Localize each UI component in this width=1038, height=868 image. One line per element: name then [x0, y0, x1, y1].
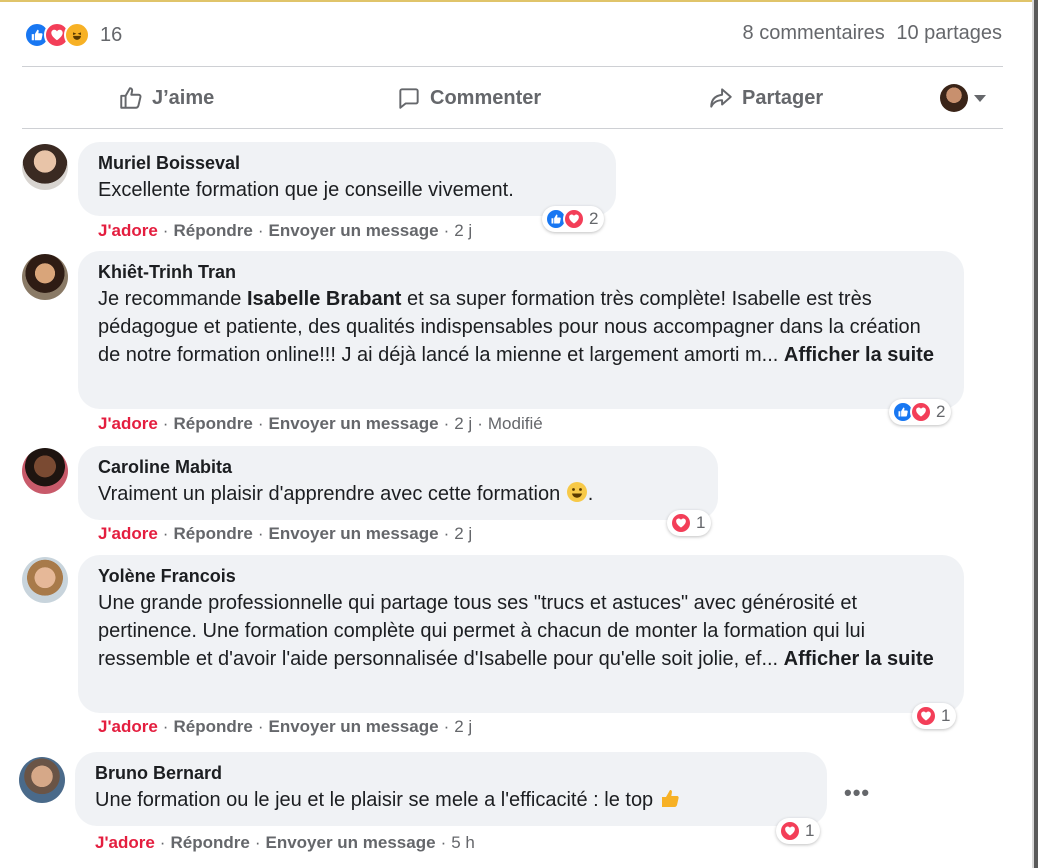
reaction-count: 1 [941, 706, 951, 725]
comment-bubble: Bruno Bernard Une formation ou le jeu et… [75, 752, 827, 826]
adore-button[interactable]: J'adore [98, 414, 158, 433]
divider [22, 66, 1003, 67]
comment-text: Une formation ou le jeu et le plaisir se… [95, 786, 809, 814]
comment-text: Je recommande Isabelle Brabant et sa sup… [98, 288, 934, 366]
comment-author[interactable]: Khiêt-Trinh Tran [98, 261, 946, 283]
comment-author[interactable]: Bruno Bernard [95, 762, 809, 784]
shares-count-link[interactable]: 10 partages [896, 22, 1002, 44]
reply-button[interactable]: Répondre [173, 524, 252, 543]
comment-meta: J'adore · Répondre · Envoyer un message · 2 j ·… [98, 414, 543, 433]
love-icon [670, 512, 692, 534]
timestamp[interactable]: 5 h [451, 833, 475, 852]
love-icon [915, 705, 937, 727]
comment-author[interactable]: Yolène Francois [98, 565, 946, 587]
reaction-count: 1 [696, 513, 706, 532]
send-message-button[interactable]: Envoyer un message [268, 524, 438, 543]
comment-bubble: Muriel Boisseval Excellente formation qu… [78, 142, 616, 216]
window-top-edge [0, 0, 1038, 2]
send-message-button[interactable]: Envoyer un message [268, 717, 438, 736]
comment-text: Excellente formation que je conseille vi… [98, 179, 514, 201]
comment-bubble: Khiêt-Trinh Tran Je recommande Isabelle … [78, 251, 964, 409]
send-message-button[interactable]: Envoyer un message [265, 833, 435, 852]
send-message-button[interactable]: Envoyer un message [268, 221, 438, 240]
mention-link[interactable]: Isabelle Brabant [247, 288, 402, 310]
adore-button[interactable]: J'adore [98, 221, 158, 240]
timestamp[interactable]: 2 j [454, 221, 472, 240]
window-scrollbar-edge [1034, 0, 1038, 868]
reply-button[interactable]: Répondre [173, 414, 252, 433]
love-icon [779, 820, 801, 842]
avatar[interactable] [22, 557, 68, 603]
account-switcher[interactable] [940, 84, 986, 112]
timestamp[interactable]: 2 j [454, 524, 472, 543]
adore-button[interactable]: J'adore [98, 524, 158, 543]
love-icon [563, 208, 585, 230]
avatar[interactable] [22, 448, 68, 494]
comment-reactions[interactable]: 1 [912, 703, 957, 729]
post-stats: 8 commentaires 10 partages [737, 22, 1002, 45]
thumbs-up-icon [120, 87, 142, 109]
comment-reactions[interactable]: 1 [776, 818, 821, 844]
comment-reactions[interactable]: 2 [889, 399, 952, 425]
comment-bubble: Yolène Francois Une grande professionnel… [78, 555, 964, 713]
like-label: J’aime [152, 86, 215, 109]
comments-count-link[interactable]: 8 commentaires [743, 22, 885, 44]
comment-author[interactable]: Caroline Mabita [98, 456, 700, 478]
share-arrow-icon [710, 88, 732, 108]
comment-label: Commenter [430, 86, 542, 109]
send-message-button[interactable]: Envoyer un message [268, 414, 438, 433]
comment-author[interactable]: Muriel Boisseval [98, 152, 598, 174]
divider [22, 128, 1003, 129]
share-label: Partager [742, 86, 824, 109]
love-icon [910, 401, 932, 423]
reaction-count: 1 [805, 821, 815, 840]
caret-down-icon [974, 94, 986, 102]
avatar[interactable] [22, 144, 68, 190]
like-button[interactable]: J’aime [118, 82, 214, 114]
reply-button[interactable]: Répondre [173, 717, 252, 736]
see-more-link[interactable]: Afficher la suite [784, 344, 934, 366]
account-avatar [940, 84, 968, 112]
comment-icon [399, 88, 419, 109]
timestamp[interactable]: 2 j [454, 717, 472, 736]
reaction-summary[interactable]: 16 [24, 20, 122, 50]
comment-bubble: Caroline Mabita Vraiment un plaisir d'ap… [78, 446, 718, 520]
avatar[interactable] [22, 254, 68, 300]
comment-meta: J'adore · Répondre · Envoyer un message · 2 j [98, 717, 473, 736]
reply-button[interactable]: Répondre [170, 833, 249, 852]
timestamp[interactable]: 2 j [454, 414, 472, 433]
reaction-count: 2 [936, 402, 946, 421]
share-button[interactable]: Partager [708, 82, 823, 114]
reply-button[interactable]: Répondre [173, 221, 252, 240]
thumbs-up-emoji-icon [661, 790, 679, 807]
comment-text: Vraiment un plaisir d'apprendre avec cet… [98, 482, 594, 505]
adore-button[interactable]: J'adore [98, 717, 158, 736]
comment-reactions[interactable]: 2 [542, 206, 605, 232]
comment-text: Une grande professionnelle qui partage t… [98, 592, 934, 670]
adore-button[interactable]: J'adore [95, 833, 155, 852]
haha-icon [64, 22, 90, 48]
see-more-link[interactable]: Afficher la suite [784, 648, 934, 670]
edited-label: Modifié [487, 414, 543, 433]
more-options-icon[interactable]: ••• [844, 780, 870, 806]
avatar[interactable] [19, 757, 65, 803]
comment-meta: J'adore · Répondre · Envoyer un message · 2 j [98, 524, 473, 543]
reaction-count: 2 [589, 209, 599, 228]
comment-meta: J'adore · Répondre · Envoyer un message · 2 j [98, 221, 473, 240]
comment-button[interactable]: Commenter [396, 82, 541, 114]
smile-emoji-icon [566, 482, 587, 502]
reaction-count: 16 [100, 23, 123, 46]
comment-reactions[interactable]: 1 [667, 510, 712, 536]
comment-meta: J'adore · Répondre · Envoyer un message · 5 h [95, 833, 475, 852]
